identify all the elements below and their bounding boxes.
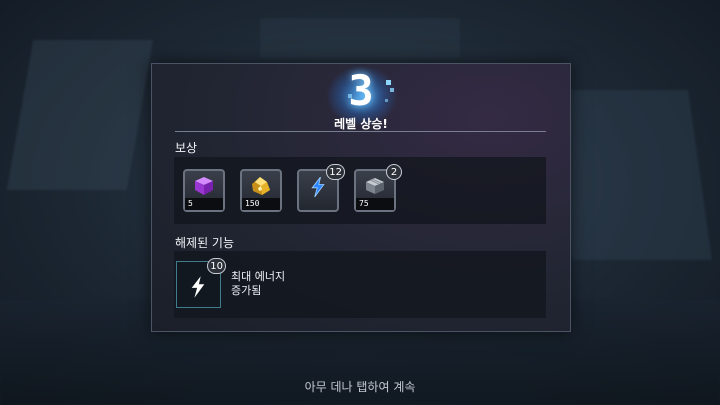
feature-badge: 10 (207, 258, 226, 274)
purple-cube-icon (195, 177, 213, 195)
tap-to-continue-hint[interactable]: 아무 데나 탭하여 계속 (0, 378, 720, 395)
feature-description: 최대 에너지 증가됨 (231, 270, 285, 298)
level-up-panel: 3 레벨 상승! 보상 5 150 12 75 2 해제된 기능 10 최대 에… (151, 63, 571, 332)
energy-bolt-icon (311, 177, 325, 197)
rewards-title: 보상 (175, 141, 198, 155)
reward-badge: 2 (386, 164, 402, 180)
gold-ore-icon (252, 177, 270, 195)
reward-item[interactable]: 75 2 (354, 164, 402, 212)
reward-item[interactable]: 12 (297, 164, 345, 212)
reward-badge: 12 (326, 164, 345, 180)
metal-block-icon (366, 178, 384, 194)
reward-count: 150 (242, 198, 280, 210)
divider (175, 131, 546, 132)
energy-bolt-icon (191, 276, 205, 298)
background-structure (548, 90, 712, 260)
level-header: 3 레벨 상승! (152, 64, 570, 134)
level-up-title: 레벨 상승! (334, 117, 388, 131)
reward-count: 75 (356, 198, 394, 210)
feature-icon-frame[interactable]: 10 (176, 258, 226, 308)
unlocked-title: 해제된 기능 (175, 236, 235, 250)
reward-item[interactable]: 150 (240, 169, 282, 212)
level-number: 3 (348, 66, 374, 115)
unlocked-box: 10 최대 에너지 증가됨 (174, 251, 546, 318)
background-structure (6, 40, 154, 190)
reward-count: 5 (185, 198, 223, 210)
reward-item[interactable]: 5 (183, 169, 225, 212)
background-structure (260, 18, 460, 58)
feature-line-1: 최대 에너지 (231, 270, 286, 283)
feature-line-2: 증가됨 (231, 284, 262, 297)
rewards-box: 5 150 12 75 2 (174, 157, 546, 224)
